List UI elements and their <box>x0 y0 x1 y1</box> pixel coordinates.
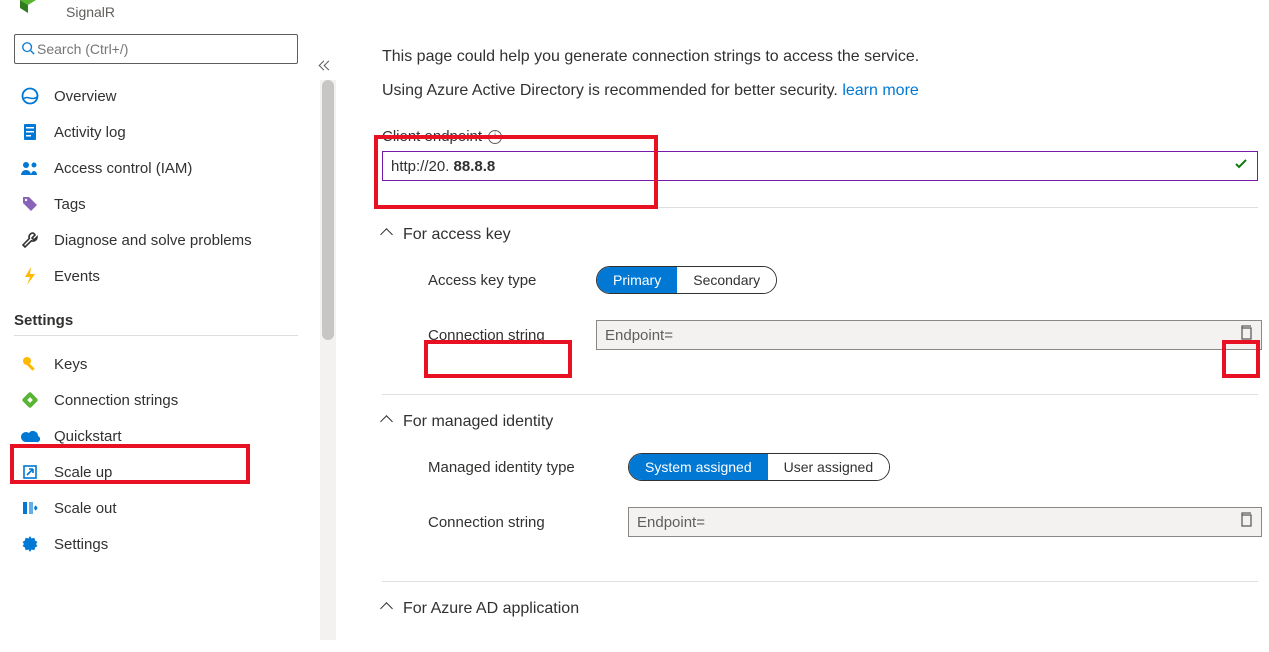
intro-text: This page could help you generate connec… <box>382 48 1262 66</box>
search-icon <box>21 41 35 58</box>
gear-icon <box>20 534 40 554</box>
signalr-icon <box>18 0 38 17</box>
service-name: SignalR <box>14 0 306 34</box>
log-icon <box>20 122 40 142</box>
chevron-up-icon <box>382 226 391 244</box>
client-endpoint-section: Client endpoint i http://20. 88.8.8 <box>382 128 1262 181</box>
sidebar-item-keys[interactable]: Keys <box>14 346 298 382</box>
section-aad-app: For Azure AD application <box>382 582 1262 618</box>
managed-type-label: Managed identity type <box>428 459 628 476</box>
sidebar-search[interactable] <box>14 34 298 64</box>
access-key-conn-value: Endpoint= <box>596 320 1262 350</box>
sidebar-item-activity-log[interactable]: Activity log <box>14 114 298 150</box>
bolt-icon <box>20 266 40 286</box>
access-key-secondary[interactable]: Secondary <box>677 267 776 293</box>
section-managed-identity-toggle[interactable]: For managed identity <box>382 413 1262 431</box>
sidebar-item-quickstart[interactable]: Quickstart <box>14 418 298 454</box>
section-managed-identity: For managed identity Managed identity ty… <box>382 395 1262 555</box>
search-input[interactable] <box>35 40 291 58</box>
nav-section-settings: Settings <box>14 312 298 329</box>
nav-label: Events <box>54 268 100 285</box>
intro2-prefix: Using Azure Active Directory is recommen… <box>382 82 842 99</box>
managed-type-toggle[interactable]: System assigned User assigned <box>628 453 890 481</box>
managed-system-assigned[interactable]: System assigned <box>629 454 768 480</box>
chevron-up-icon <box>382 600 391 618</box>
intro-recommendation: Using Azure Active Directory is recommen… <box>382 82 1262 100</box>
cloud-icon <box>20 426 40 446</box>
check-icon <box>1233 156 1249 176</box>
section-access-key-toggle[interactable]: For access key <box>382 226 1262 244</box>
wrench-icon <box>20 230 40 250</box>
nav-label: Access control (IAM) <box>54 160 192 177</box>
access-key-primary[interactable]: Primary <box>597 267 677 293</box>
sidebar-item-settings[interactable]: Settings <box>14 526 298 562</box>
people-icon <box>20 158 40 178</box>
sidebar-item-events[interactable]: Events <box>14 258 298 294</box>
info-icon[interactable]: i <box>488 130 502 144</box>
sidebar-item-scale-out[interactable]: Scale out <box>14 490 298 526</box>
managed-conn-label: Connection string <box>428 514 628 531</box>
copy-icon[interactable] <box>1239 325 1253 345</box>
nav-label: Scale out <box>54 500 117 517</box>
access-key-type-toggle[interactable]: Primary Secondary <box>596 266 777 294</box>
nav-label: Activity log <box>54 124 126 141</box>
sidebar-item-access-control[interactable]: Access control (IAM) <box>14 150 298 186</box>
access-key-type-label: Access key type <box>428 272 596 289</box>
managed-user-assigned[interactable]: User assigned <box>768 454 890 480</box>
managed-conn-value: Endpoint= <box>628 507 1262 537</box>
sidebar-item-diagnose[interactable]: Diagnose and solve problems <box>14 222 298 258</box>
copy-icon[interactable] <box>1239 512 1253 532</box>
scrollbar-thumb[interactable] <box>322 80 334 340</box>
scale-up-icon <box>20 462 40 482</box>
chevron-up-icon <box>382 413 391 431</box>
nav-label: Settings <box>54 536 108 553</box>
nav-label: Connection strings <box>54 392 178 409</box>
access-key-conn-label: Connection string <box>428 327 596 344</box>
sidebar-item-overview[interactable]: Overview <box>14 78 298 114</box>
nav-label: Keys <box>54 356 87 373</box>
learn-more-link[interactable]: learn more <box>842 82 918 99</box>
globe-icon <box>20 86 40 106</box>
nav-top: Overview Activity log Access control (IA… <box>14 78 298 562</box>
client-endpoint-label: Client endpoint i <box>382 128 502 145</box>
connection-strings-icon <box>20 390 40 410</box>
sidebar-item-tags[interactable]: Tags <box>14 186 298 222</box>
scale-out-icon <box>20 498 40 518</box>
sidebar: SignalR Overview Activity log Access con… <box>0 0 320 652</box>
sidebar-item-scale-up[interactable]: Scale up <box>14 454 298 490</box>
nav-label: Diagnose and solve problems <box>54 232 252 249</box>
section-aad-app-toggle[interactable]: For Azure AD application <box>382 600 1262 618</box>
sidebar-item-connection-strings[interactable]: Connection strings <box>14 382 298 418</box>
nav-label: Tags <box>54 196 86 213</box>
divider <box>14 335 298 336</box>
client-endpoint-input[interactable]: http://20. 88.8.8 <box>382 151 1258 181</box>
scrollbar[interactable] <box>320 80 336 640</box>
tags-icon <box>20 194 40 214</box>
client-endpoint-value: http://20. 88.8.8 <box>391 158 1233 175</box>
nav-label: Quickstart <box>54 428 122 445</box>
main-panel: This page could help you generate connec… <box>382 0 1262 652</box>
nav-label: Scale up <box>54 464 112 481</box>
nav-label: Overview <box>54 88 117 105</box>
collapse-sidebar-icon[interactable] <box>320 56 332 72</box>
section-access-key: For access key Access key type Primary S… <box>382 208 1262 368</box>
key-icon <box>20 354 40 374</box>
